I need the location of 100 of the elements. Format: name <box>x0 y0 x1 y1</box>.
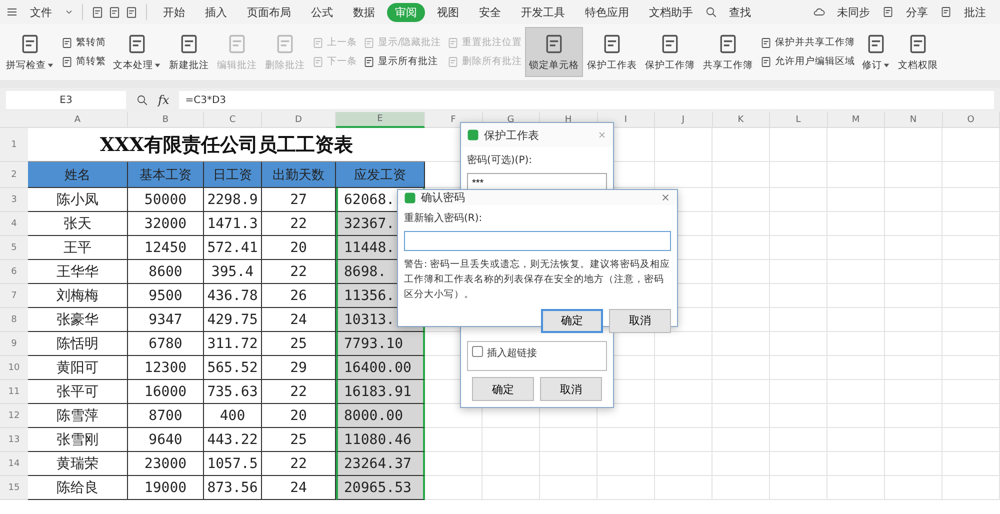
ribbon-button[interactable]: 共享工作簿 <box>699 27 758 77</box>
row-header[interactable]: 2 <box>0 162 28 188</box>
document-icon <box>882 6 894 18</box>
menu-tab[interactable]: 开发工具 <box>513 2 573 22</box>
row-header[interactable]: 12 <box>0 404 28 428</box>
document-icon <box>108 6 121 18</box>
row-header[interactable]: 1 <box>0 128 28 162</box>
column-header[interactable]: L <box>770 112 828 128</box>
column-header[interactable]: M <box>828 112 885 128</box>
row-header[interactable]: 4 <box>0 212 28 236</box>
document-icon <box>760 56 772 68</box>
row-header[interactable]: 3 <box>0 188 28 212</box>
table-cell: 25 <box>262 428 336 452</box>
table-cell: 400 <box>204 404 262 428</box>
menu-tab[interactable]: 公式 <box>303 2 341 22</box>
checkbox[interactable] <box>472 346 483 357</box>
table-cell: 1471.3 <box>204 212 262 236</box>
table-cell: 2298.9 <box>204 188 262 212</box>
row-header[interactable]: 5 <box>0 236 28 260</box>
table-cell: 8000.00 <box>336 404 425 428</box>
table-cell: 311.72 <box>204 332 262 356</box>
name-box[interactable]: E3 <box>6 91 126 109</box>
menu-tab[interactable]: 特色应用 <box>577 2 637 22</box>
search-icon <box>705 6 717 18</box>
column-header[interactable]: C <box>204 112 262 128</box>
table-cell: 1057.5 <box>204 452 262 476</box>
formula-field[interactable]: =C3*D3 <box>179 91 994 109</box>
column-header[interactable]: K <box>712 112 770 128</box>
table-cell: 7793.10 <box>336 332 425 356</box>
cloud-icon <box>813 6 825 18</box>
toolbar-action[interactable]: 未同步 <box>829 2 878 22</box>
document-icon <box>61 36 73 48</box>
table-cell: 22 <box>262 452 336 476</box>
ribbon-button[interactable]: 锁定单元格 <box>525 27 584 77</box>
column-header[interactable]: O <box>942 112 1000 128</box>
ribbon-button[interactable]: 显示所有批注 <box>363 55 442 68</box>
menu-tab[interactable]: 插入 <box>197 2 235 22</box>
ribbon-button[interactable]: 拼写检查 <box>2 27 58 77</box>
dialog-button[interactable]: 取消 <box>609 308 671 333</box>
column-header[interactable]: D <box>262 112 336 128</box>
table-cell: 20965.53 <box>336 476 425 500</box>
ribbon-button[interactable]: 修订 <box>858 27 894 77</box>
column-header[interactable]: E <box>336 112 425 128</box>
menu-tab[interactable]: 文档助手 <box>641 2 701 22</box>
table-cell: 16183.91 <box>336 380 425 404</box>
ribbon-button[interactable]: 繁转简 <box>61 36 106 49</box>
row-header[interactable]: 15 <box>0 476 28 500</box>
table-cell: 陈恬明 <box>28 332 128 356</box>
row-header[interactable]: 11 <box>0 380 28 404</box>
table-cell: 11080.46 <box>336 428 425 452</box>
table-cell: 429.75 <box>204 308 262 332</box>
row-header[interactable]: 14 <box>0 452 28 476</box>
column-heading: 日工资 <box>204 162 262 188</box>
table-cell: 16000 <box>128 380 204 404</box>
table-cell: 20 <box>262 236 336 260</box>
file-menu[interactable]: 文件 <box>22 2 60 22</box>
column-header[interactable]: B <box>128 112 204 128</box>
table-cell: 25 <box>262 332 336 356</box>
password-field[interactable] <box>404 231 671 251</box>
row-header[interactable]: 6 <box>0 260 28 284</box>
row-header[interactable]: 8 <box>0 308 28 332</box>
table-cell: 刘梅梅 <box>28 284 128 308</box>
option-label: 插入超链接 <box>487 346 538 360</box>
column-header[interactable]: N <box>885 112 942 128</box>
table-cell: 20 <box>262 404 336 428</box>
ribbon-button[interactable]: 简转繁 <box>61 55 106 68</box>
table-cell: 12300 <box>128 356 204 380</box>
column-header[interactable]: J <box>655 112 712 128</box>
menu-tab[interactable]: 页面布局 <box>239 2 299 22</box>
dialog-button[interactable]: 确定 <box>472 377 534 401</box>
column-header[interactable]: A <box>28 112 128 128</box>
search-button[interactable]: 查找 <box>721 2 759 22</box>
ribbon-button[interactable]: 允许用户编辑区域 <box>760 55 856 68</box>
dialog-button[interactable]: 取消 <box>540 377 602 401</box>
ribbon-button[interactable]: 文本处理 <box>109 27 165 77</box>
toolbar-action[interactable]: 分享 <box>898 2 936 22</box>
menu-tab[interactable]: 视图 <box>429 2 467 22</box>
function-label[interactable]: fx <box>158 93 170 107</box>
ribbon-button[interactable]: 保护工作簿 <box>641 27 700 77</box>
menu-tab[interactable]: 安全 <box>471 2 509 22</box>
row-header[interactable]: 9 <box>0 332 28 356</box>
row-header[interactable]: 10 <box>0 356 28 380</box>
ribbon-button[interactable]: 保护并共享工作簿 <box>760 36 856 49</box>
document-icon <box>312 56 324 68</box>
ribbon-button[interactable]: 保护工作表 <box>583 27 642 77</box>
table-cell: 27 <box>262 188 336 212</box>
row-header[interactable]: 7 <box>0 284 28 308</box>
table-cell: 735.63 <box>204 380 262 404</box>
options-list[interactable]: 插入超链接 <box>467 341 607 371</box>
toolbar-action[interactable]: 批注 <box>956 2 994 22</box>
ribbon-button[interactable]: 文档权限 <box>894 27 942 77</box>
dialog-button[interactable]: 确定 <box>541 308 603 333</box>
row-header[interactable]: 13 <box>0 428 28 452</box>
menu-tab[interactable]: 开始 <box>155 2 193 22</box>
table-cell: 张天 <box>28 212 128 236</box>
document-icon <box>91 6 104 18</box>
table-cell: 陈给良 <box>28 476 128 500</box>
table-cell: 9640 <box>128 428 204 452</box>
ribbon-button[interactable]: 新建批注 <box>165 27 213 77</box>
menu-tab[interactable]: 数据 <box>345 2 383 22</box>
